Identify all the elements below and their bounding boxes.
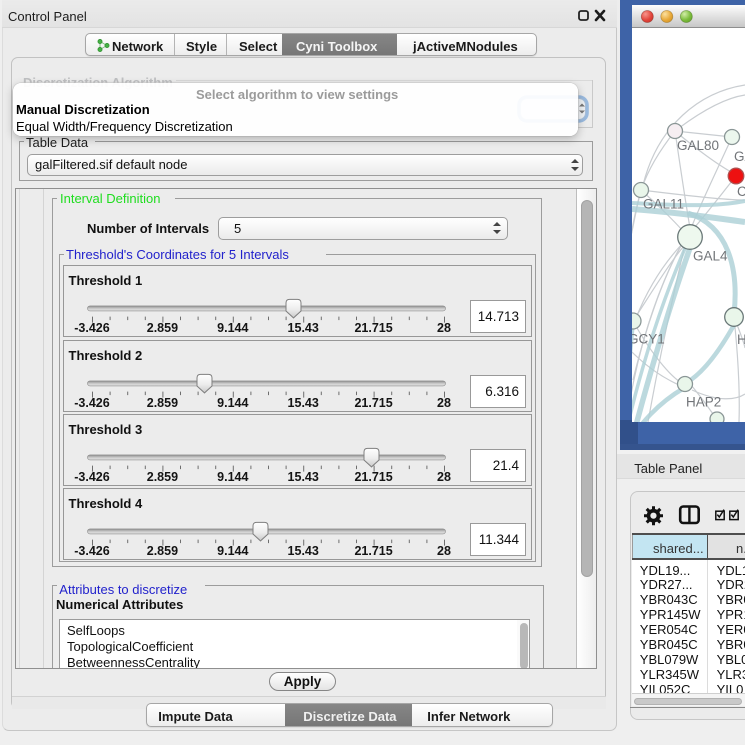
svg-text:GAL4: GAL4	[693, 249, 728, 264]
svg-text:H: H	[737, 332, 745, 347]
svg-text:GAL11: GAL11	[643, 197, 684, 212]
svg-text:HAP2: HAP2	[686, 395, 721, 410]
svg-text:GA: GA	[734, 149, 745, 164]
svg-text:GAL80: GAL80	[677, 138, 719, 153]
svg-text:C: C	[737, 184, 745, 199]
svg-text:GCY1: GCY1	[632, 332, 665, 347]
